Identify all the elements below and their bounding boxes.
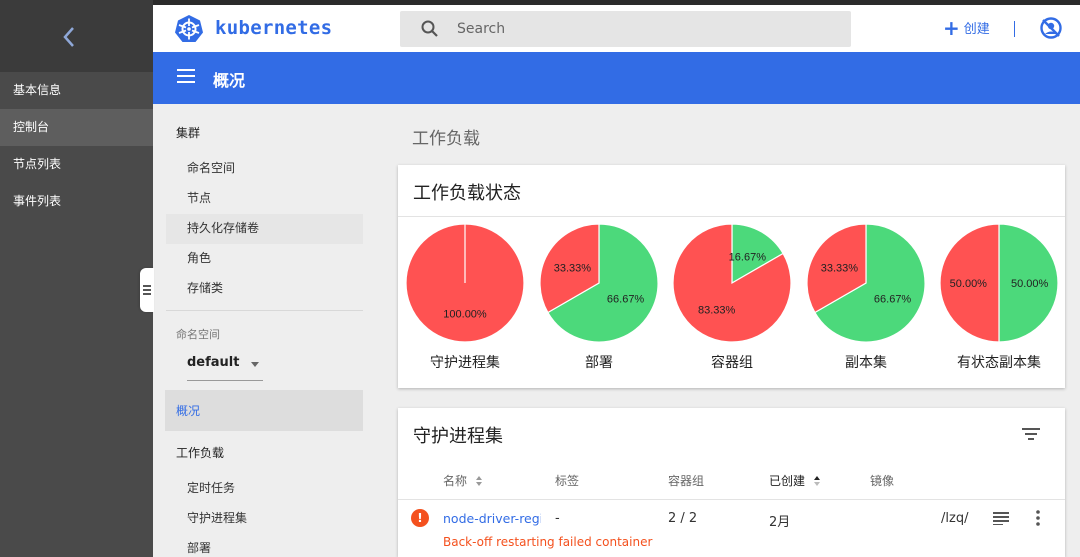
- plus-icon: +: [943, 15, 960, 40]
- nav-item-cronjobs[interactable]: 定时任务: [187, 479, 235, 496]
- daemonset-labels: -: [555, 511, 560, 526]
- pie-replicasets[interactable]: 33.33% 66.67% 副本集: [806, 223, 926, 373]
- logs-icon[interactable]: [993, 511, 1009, 525]
- pie-chart: 33.33% 66.67%: [539, 223, 659, 343]
- chevron-left-icon[interactable]: [58, 22, 80, 52]
- daemonset-name-link[interactable]: node-driver-registrar: [443, 511, 541, 526]
- pie-statefulsets[interactable]: 50.00% 50.00% 有状态副本集: [939, 223, 1059, 373]
- daemonset-image: /lzq/: [941, 511, 969, 526]
- card-divider: [398, 216, 1065, 217]
- nav-item-deployments[interactable]: 部署: [187, 539, 211, 556]
- pie-label-failed: 33.33%: [554, 263, 592, 275]
- pie-label-failed: 83.33%: [698, 305, 736, 317]
- create-label: 创建: [963, 22, 990, 37]
- search-icon: [421, 20, 438, 37]
- pie-chart: 50.00% 50.00%: [939, 223, 1059, 343]
- pie-label: 守护进程集: [430, 355, 500, 371]
- page-header: 概况: [153, 52, 1080, 104]
- workload-status-card: 工作负载状态 100.00% 守护进程集 33.33% 66.67% 部署 83.…: [398, 165, 1065, 388]
- outer-sidebar-item-basic-info[interactable]: 基本信息: [0, 72, 153, 109]
- pie-label-running: 66.67%: [874, 293, 912, 305]
- daemonset-list-card: 守护进程集 名称 标签 容器组 已创建 镜像 ! node-driver-reg…: [398, 408, 1065, 557]
- inner-nav: 集群 命名空间 节点 持久化存储卷 角色 存储类 命名空间 default 概况…: [153, 104, 368, 557]
- pie-chart: 33.33% 66.67%: [806, 223, 926, 343]
- nav-item-workloads[interactable]: 工作负载: [176, 444, 224, 461]
- nav-item-namespaces[interactable]: 命名空间: [187, 159, 235, 176]
- menu-icon[interactable]: [177, 69, 195, 83]
- workload-status-title: 工作负载状态: [413, 183, 521, 204]
- outer-sidebar-item-console[interactable]: 控制台: [0, 109, 153, 146]
- daemonset-list-title: 守护进程集: [413, 426, 503, 447]
- namespace-value: default: [187, 355, 240, 370]
- pie-label-failed: 100.00%: [443, 309, 487, 321]
- nav-item-roles[interactable]: 角色: [187, 249, 211, 266]
- more-vert-icon[interactable]: [1036, 509, 1040, 527]
- caret-down-icon: [251, 362, 259, 367]
- page-title: 概况: [213, 71, 246, 90]
- top-bar: kubernetes + 创建: [153, 5, 1080, 52]
- pie-pods[interactable]: 83.33% 16.67% 容器组: [672, 223, 792, 373]
- brand-name[interactable]: kubernetes: [215, 17, 332, 39]
- nav-item-overview-label: 概况: [176, 404, 201, 418]
- table-header-divider: [398, 499, 1065, 500]
- sort-ascending-icon: [813, 476, 820, 486]
- outer-sidebar-item-event-list[interactable]: 事件列表: [0, 183, 153, 220]
- column-header-labels: 标签: [555, 474, 580, 488]
- column-header-images: 镜像: [870, 474, 895, 488]
- topbar-separator: [1014, 21, 1015, 37]
- pie-chart: 83.33% 16.67%: [672, 223, 792, 343]
- nav-item-storage-classes[interactable]: 存储类: [187, 279, 223, 296]
- namespace-select[interactable]: default: [187, 353, 263, 381]
- nav-item-daemonsets[interactable]: 守护进程集: [187, 509, 247, 526]
- user-off-icon[interactable]: [1039, 16, 1063, 40]
- pie-label-failed: 33.33%: [821, 263, 859, 275]
- column-header-pods: 容器组: [668, 474, 705, 488]
- column-header-created[interactable]: 已创建: [769, 472, 821, 489]
- search-input[interactable]: [457, 18, 837, 40]
- create-button[interactable]: + 创建: [943, 15, 990, 40]
- list-icon: [143, 285, 151, 295]
- outer-sidebar: 基本信息 控制台 节点列表 事件列表: [0, 0, 153, 557]
- sort-icon: [475, 476, 482, 486]
- column-header-name[interactable]: 名称: [443, 472, 483, 489]
- outer-sidebar-header: [0, 0, 153, 72]
- nav-divider: [166, 310, 363, 311]
- search-box[interactable]: [400, 11, 851, 47]
- pie-chart: 100.00%: [405, 223, 525, 343]
- pie-label: 副本集: [845, 355, 887, 371]
- daemonset-created: 2月: [769, 515, 791, 530]
- pie-label-running: 50.00%: [1011, 278, 1049, 290]
- namespace-label: 命名空间: [176, 328, 220, 341]
- nav-item-cluster[interactable]: 集群: [176, 124, 200, 141]
- nav-item-overview[interactable]: 概况: [165, 390, 363, 431]
- pie-label: 部署: [585, 355, 613, 371]
- nav-collapse-handle[interactable]: [140, 268, 154, 312]
- daemonset-pods: 2 / 2: [668, 511, 698, 526]
- pie-label-failed: 50.00%: [950, 278, 988, 290]
- pie-label: 容器组: [711, 355, 753, 371]
- section-title-workloads: 工作负载: [412, 129, 480, 149]
- error-message: Back-off restarting failed container: [443, 535, 653, 549]
- nav-item-nodes[interactable]: 节点: [187, 189, 211, 206]
- error-status-icon: !: [411, 509, 429, 527]
- nav-item-persistent-volumes[interactable]: 持久化存储卷: [187, 219, 259, 236]
- outer-sidebar-item-node-list[interactable]: 节点列表: [0, 146, 153, 183]
- filter-icon[interactable]: [1022, 427, 1040, 441]
- pie-label-running: 16.67%: [729, 251, 767, 263]
- pie-deployments[interactable]: 33.33% 66.67% 部署: [539, 223, 659, 373]
- pie-daemonsets[interactable]: 100.00% 守护进程集: [405, 223, 525, 373]
- pie-label-running: 66.67%: [607, 293, 645, 305]
- kubernetes-logo-icon[interactable]: [174, 14, 204, 44]
- pie-label: 有状态副本集: [957, 355, 1041, 371]
